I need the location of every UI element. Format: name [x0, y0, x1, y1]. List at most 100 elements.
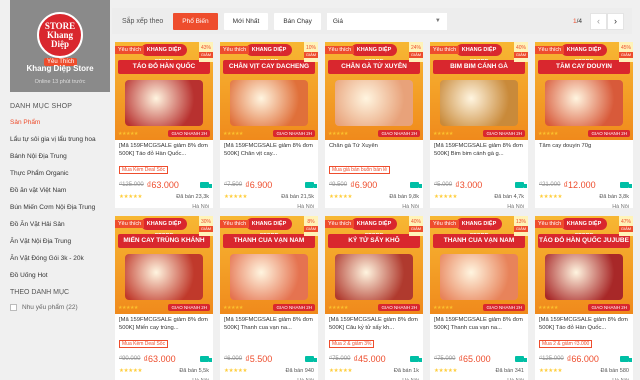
shop-online-status: Online 13 phút trước: [34, 79, 86, 85]
sale-price: ₫63.000: [146, 179, 179, 190]
product-card[interactable]: Yêu thích KHANG DIỆP STORE 43% GIẢM TÁO …: [115, 42, 213, 208]
discount-word: GIẢM: [619, 52, 633, 58]
category-item-lau[interactable]: Lẩu tự sôi gia vị lẩu trung hoa: [10, 136, 110, 144]
product-info: [Mã 159FMCGSALE giảm 8% đơn 500K] Câu kỷ…: [325, 314, 423, 380]
discount-badge: 40% GIẢM: [514, 42, 528, 62]
truck-icon: [620, 181, 632, 188]
original-price: ₫75.000: [329, 355, 351, 362]
product-info: Tăm cay douyin 70g ₫21.000 ₫12.000 ★★★★★…: [535, 140, 633, 208]
product-image[interactable]: Yêu thích KHANG DIỆP STORE 40% GIẢM BIM …: [430, 42, 528, 140]
product-card[interactable]: Yêu thích KHANG DIỆP STORE 40% GIẢM KỶ T…: [325, 216, 423, 380]
meta-row: ★★★★★ Đã bán 3,8k: [539, 194, 629, 200]
filter-checkbox[interactable]: [10, 304, 17, 311]
fast-ship-badge: GIAO NHANH 2H: [168, 304, 210, 311]
filter-label: Nhu yếu phẩm (22): [22, 304, 78, 311]
product-name[interactable]: [Mã 159FMCGSALE giảm 8% đơn 500K] Táo đỏ…: [119, 143, 209, 158]
discount-badge: 30% GIẢM: [199, 216, 213, 236]
product-card[interactable]: Yêu thích KHANG DIỆP STORE 10% GIẢM CHÂN…: [220, 42, 318, 208]
product-info: [Mã 159FMCGSALE giảm 8% đơn 500K] Thanh …: [430, 314, 528, 380]
sort-bar: Sắp xếp theo Phổ Biến Mới Nhất Bán Chạy …: [112, 8, 632, 34]
discount-badge: 43% GIẢM: [199, 42, 213, 62]
product-name[interactable]: [Mã 159FMCGSALE giảm 8% đơn 500K] Miến c…: [119, 317, 209, 332]
product-image[interactable]: Yêu thích KHANG DIỆP STORE 24% GIẢM CHÂN…: [325, 42, 423, 140]
shop-sidebar: STORE Khang Diệp Yêu Thích Khang Diệp St…: [10, 0, 110, 380]
product-name[interactable]: [Mã 159FMCGSALE giảm 8% đơn 500K] Bim bi…: [434, 143, 524, 158]
next-page-button[interactable]: ›: [607, 12, 624, 30]
sold-count: Đã bán 580: [600, 368, 629, 374]
category-item-organic[interactable]: Thực Phẩm Organic: [10, 170, 110, 178]
rating-stars: ★★★★★: [119, 194, 143, 200]
product-name[interactable]: [Mã 159FMCGSALE giảm 8% đơn 500K] Táo đỏ…: [539, 317, 629, 332]
product-image[interactable]: Yêu thích KHANG DIỆP STORE 10% GIẢM CHÂN…: [220, 42, 318, 140]
category-item-dong-goi[interactable]: Ăn Vặt Đóng Gói 3k - 20k: [10, 255, 110, 263]
category-item-an-vat-trung[interactable]: Ăn Vặt Nội Địa Trung: [10, 238, 110, 246]
sort-popular-button[interactable]: Phổ Biến: [173, 12, 218, 30]
sort-bestseller-button[interactable]: Bán Chạy: [274, 12, 321, 30]
favorite-label: Yêu thích: [430, 220, 460, 228]
original-price: ₫21.000: [539, 181, 561, 188]
shop-card[interactable]: STORE Khang Diệp Yêu Thích Khang Diệp St…: [10, 0, 110, 92]
product-image[interactable]: Yêu thích KHANG DIỆP STORE 8% GIẢM THANH…: [220, 216, 318, 314]
product-image[interactable]: Yêu thích KHANG DIỆP STORE 40% GIẢM KỶ T…: [325, 216, 423, 314]
product-name[interactable]: [Mã 159FMCGSALE giảm 8% đơn 500K] Thanh …: [434, 317, 524, 332]
sold-count: Đã bán 3,8k: [599, 194, 629, 200]
price-row: ₫21.000 ₫12.000: [539, 179, 632, 190]
promo-tag: Mua 2 & giảm ₫3.000: [539, 340, 593, 348]
brand-label: KHANG DIỆP STORE: [246, 44, 292, 65]
discount-percent: 13%: [515, 219, 526, 225]
product-banner: CHÂN GÀ TỨ XUYÊN: [328, 60, 420, 74]
truck-icon: [305, 355, 317, 362]
discount-percent: 40%: [515, 45, 526, 51]
discount-badge: 13% GIẢM: [514, 216, 528, 236]
sold-count: Đã bán 9,8k: [389, 194, 419, 200]
product-card[interactable]: Yêu thích KHANG DIỆP STORE 47% GIẢM TÁO …: [535, 216, 633, 380]
sold-count: Đã bán 940: [285, 368, 314, 374]
filter-option[interactable]: Nhu yếu phẩm (22): [10, 304, 110, 311]
product-image[interactable]: Yêu thích KHANG DIỆP STORE 45% GIẢM TĂM …: [535, 42, 633, 140]
product-card[interactable]: Yêu thích KHANG DIỆP STORE 40% GIẢM BIM …: [430, 42, 528, 208]
product-name[interactable]: Chân gà Tứ Xuyên: [329, 143, 419, 158]
category-item-san-pham[interactable]: Sản Phẩm: [10, 119, 110, 127]
product-card[interactable]: Yêu thích KHANG DIỆP STORE 8% GIẢM THANH…: [220, 216, 318, 380]
rating-stars: ★★★★★: [434, 194, 458, 200]
product-banner: TĂM CAY DOUYIN: [538, 60, 630, 74]
brand-label: KHANG DIỆP STORE: [351, 44, 397, 65]
prev-page-button[interactable]: ‹: [590, 12, 607, 30]
product-info: [Mã 159FMCGSALE giảm 8% đơn 500K] Táo đỏ…: [535, 314, 633, 380]
product-image[interactable]: Yêu thích KHANG DIỆP STORE 13% GIẢM THAN…: [430, 216, 528, 314]
discount-badge: 24% GIẢM: [409, 42, 423, 62]
category-item-do-an-vat[interactable]: Đồ ăn vặt Việt Nam: [10, 187, 110, 195]
original-price: ₫7.500: [224, 181, 243, 188]
product-card[interactable]: Yêu thích KHANG DIỆP STORE 30% GIẢM MIẾN…: [115, 216, 213, 380]
favorite-label: Yêu thích: [220, 46, 250, 54]
product-image[interactable]: Yêu thích KHANG DIỆP STORE 47% GIẢM TÁO …: [535, 216, 633, 314]
price-row: ₫9.500 ₫6.900: [329, 179, 422, 190]
rating-stars-overlay: ★★★★★: [433, 305, 453, 311]
discount-word: GIẢM: [514, 52, 528, 58]
category-item-banh[interactable]: Bánh Nội Địa Trung: [10, 153, 110, 161]
product-name[interactable]: [Mã 159FMCGSALE giảm 8% đơn 500K] Chân v…: [224, 143, 314, 158]
original-price: ₫6.000: [224, 355, 243, 362]
product-name[interactable]: [Mã 159FMCGSALE giảm 8% đơn 500K] Câu kỷ…: [329, 317, 419, 332]
product-image[interactable]: Yêu thích KHANG DIỆP STORE 30% GIẢM MIẾN…: [115, 216, 213, 314]
product-card[interactable]: Yêu thích KHANG DIỆP STORE 24% GIẢM CHÂN…: [325, 42, 423, 208]
fast-ship-badge: GIAO NHANH 2H: [483, 130, 525, 137]
discount-percent: 24%: [410, 45, 421, 51]
fast-ship-badge: GIAO NHANH 2H: [273, 130, 315, 137]
category-item-bun-mien[interactable]: Bún Miến Cơm Nội Địa Trung: [10, 204, 110, 212]
price-row: ₫75.000 ₫45.000: [329, 353, 422, 364]
product-info: Chân gà Tứ Xuyên Mua giá bán buôn bán lẻ…: [325, 140, 423, 208]
shop-name[interactable]: Khang Diệp Store: [10, 64, 110, 73]
product-card[interactable]: Yêu thích KHANG DIỆP STORE 45% GIẢM TĂM …: [535, 42, 633, 208]
product-name[interactable]: Tăm cay douyin 70g: [539, 143, 629, 158]
price-sort-select[interactable]: Giá ▼: [326, 12, 447, 30]
product-name[interactable]: [Mã 159FMCGSALE giảm 8% đơn 500K] Thanh …: [224, 317, 314, 332]
sort-newest-button[interactable]: Mới Nhất: [223, 12, 269, 30]
category-item-do-uong[interactable]: Đồ Uống Hot: [10, 272, 110, 280]
price-row: ₫90.000 ₫63.000: [119, 353, 212, 364]
product-card[interactable]: Yêu thích KHANG DIỆP STORE 13% GIẢM THAN…: [430, 216, 528, 380]
product-image[interactable]: Yêu thích KHANG DIỆP STORE 43% GIẢM TÁO …: [115, 42, 213, 140]
price-row: ₫6.000 ₫5.500: [224, 353, 317, 364]
category-item-hai-san[interactable]: Đồ Ăn Vặt Hải Sản: [10, 221, 110, 229]
meta-row: ★★★★★ Đã bán 5,5k: [119, 368, 209, 374]
